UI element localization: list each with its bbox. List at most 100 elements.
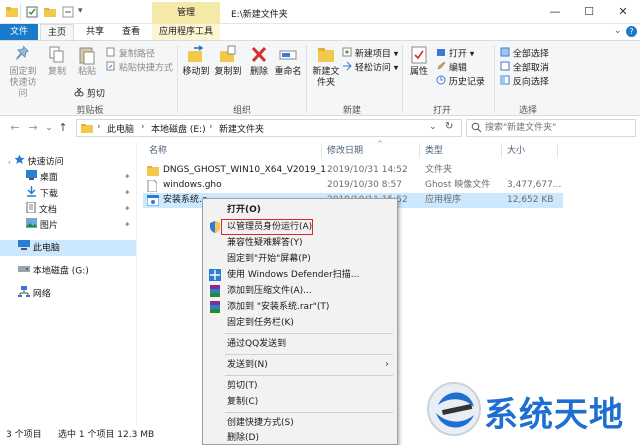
customize-quick-access-icon[interactable]: ▾ (78, 6, 83, 16)
help-icon[interactable]: ? (626, 26, 637, 37)
paste-icon (74, 45, 100, 67)
menu-item-cut[interactable]: 剪切(T) (205, 378, 395, 394)
minimize-button[interactable]: — (538, 0, 572, 24)
tab-application-tools[interactable]: 应用程序工具 (152, 24, 220, 40)
properties-icon (406, 45, 432, 67)
quick-access-dropdown-icon[interactable] (62, 6, 74, 18)
properties-quick-icon[interactable] (26, 6, 38, 18)
breadcrumb-new-folder[interactable]: 新建文件夹 (219, 122, 264, 135)
new-item-button[interactable]: 新建项目 ▾ (342, 47, 398, 61)
search-box[interactable] (466, 119, 636, 137)
application-icon (147, 195, 159, 212)
nav-pictures[interactable]: 图片 ✦ (26, 218, 132, 232)
rename-button[interactable]: 重命名 (274, 45, 302, 78)
up-button[interactable]: ↑ (56, 121, 70, 135)
nav-quick-access[interactable]: › 快速访问 (8, 154, 64, 168)
paste-button[interactable]: 粘贴 (74, 45, 100, 78)
nav-quick-access-label: 快速访问 (27, 157, 64, 168)
menu-item-send-to[interactable]: 发送到(N) › (205, 357, 395, 373)
menu-item-pin-to-taskbar[interactable]: 固定到任务栏(K) (205, 315, 395, 331)
refresh-button[interactable]: ↻ (445, 121, 453, 132)
search-input[interactable] (485, 121, 633, 135)
select-all-label: 全部选择 (512, 49, 549, 60)
menu-item-copy[interactable]: 复制(C) (205, 394, 395, 410)
explorer-app-icon[interactable] (6, 6, 18, 18)
pin-to-quick-access-button[interactable]: 固定到快速访问 (6, 45, 40, 100)
copy-path-button[interactable]: 复制路径 (106, 47, 155, 61)
close-button[interactable]: ✕ (606, 0, 640, 24)
address-bar[interactable]: › 此电脑 › 本地磁盘 (E:) › 新建文件夹 ⌄ ↻ (76, 119, 462, 137)
copy-to-button[interactable]: 复制到 (214, 45, 242, 78)
nav-local-disk-g[interactable]: 本地磁盘 (G:) (18, 264, 89, 278)
column-header-name[interactable]: 名称 (149, 144, 167, 158)
cut-label: 剪切 (86, 89, 105, 100)
open-button[interactable]: 打开 ▾ (436, 47, 474, 61)
delete-label: 删除 (249, 67, 268, 77)
column-header-date[interactable]: 修改日期 (327, 144, 363, 158)
history-button[interactable]: 历史记录 (436, 75, 485, 89)
column-header-type[interactable]: 类型 (425, 144, 443, 158)
edit-button[interactable]: 编辑 (436, 61, 467, 75)
nav-desktop[interactable]: 桌面 ✦ (26, 170, 132, 184)
menu-item-send-via-qq[interactable]: 通过QQ发送到 (205, 336, 395, 352)
network-icon (18, 286, 30, 302)
menu-item-create-shortcut[interactable]: 创建快捷方式(S) (205, 415, 395, 431)
ribbon-expand-icon[interactable]: ⌄ (614, 26, 622, 36)
ribbon-tabs: 文件 主页 共享 查看 应用程序工具 ⌄ ? (0, 24, 640, 40)
cut-button[interactable]: 剪切 (74, 87, 105, 101)
download-icon (26, 186, 37, 202)
menu-item-compat-troubleshoot[interactable]: 兼容性疑难解答(Y) (205, 235, 395, 251)
menu-item-delete[interactable]: 删除(D) (205, 430, 395, 445)
watermark: 系统天地 (410, 375, 640, 445)
column-header-size[interactable]: 大小 (507, 144, 525, 158)
file-row-gho[interactable]: windows.gho 2019/10/30 8:57 Ghost 映像文件 3… (143, 178, 563, 193)
nav-this-pc[interactable]: 此电脑 (0, 240, 136, 256)
computer-icon (18, 240, 30, 256)
invert-selection-label: 反向选择 (512, 77, 549, 88)
copy-button[interactable]: 复制 (44, 45, 70, 78)
paste-shortcut-button[interactable]: 粘贴快捷方式 (106, 61, 173, 75)
breadcrumb-local-disk-e[interactable]: 本地磁盘 (E:) (151, 122, 206, 135)
delete-button[interactable]: 删除 (248, 45, 270, 78)
nav-this-pc-label: 此电脑 (32, 243, 60, 254)
move-to-button[interactable]: 移动到 (182, 45, 210, 78)
invert-selection-button[interactable]: 反向选择 (500, 75, 549, 89)
select-all-button[interactable]: 全部选择 (500, 47, 549, 61)
forward-button[interactable]: → (26, 121, 40, 135)
pin-icon: ✦ (124, 204, 131, 213)
back-button[interactable]: ← (8, 121, 22, 135)
menu-item-pin-to-start[interactable]: 固定到"开始"屏幕(P) (205, 251, 395, 267)
maximize-button[interactable]: ☐ (572, 0, 606, 24)
new-folder-quick-icon[interactable] (44, 6, 56, 18)
rename-icon (274, 45, 302, 67)
new-folder-button[interactable]: 新建文件夹 (310, 45, 342, 89)
menu-item-open[interactable]: 打开(O) (205, 202, 395, 218)
properties-button[interactable]: 属性 (406, 45, 432, 78)
move-to-label: 移动到 (182, 67, 210, 77)
winrar-icon (209, 285, 221, 297)
rename-label: 重命名 (274, 67, 302, 77)
file-date: 2019/10/31 14:52 (327, 165, 408, 175)
copy-to-icon (214, 45, 242, 67)
copy-path-icon (106, 47, 116, 61)
open-label: 打开 (448, 49, 467, 60)
menu-item-add-to-rar[interactable]: 添加到 "安装系统.rar"(T) (205, 299, 395, 315)
menu-item-add-to-archive[interactable]: 添加到压缩文件(A)... (205, 283, 395, 299)
easy-access-label: 轻松访问 (354, 63, 391, 74)
nav-documents[interactable]: 文档 ✦ (26, 201, 132, 216)
nav-network[interactable]: 网络 (18, 286, 51, 300)
menu-item-defender-scan[interactable]: 使用 Windows Defender扫描... (205, 267, 395, 283)
organize-group-label: 组织 (232, 106, 251, 116)
address-dropdown-button[interactable]: ⌄ (429, 122, 437, 132)
tab-view[interactable]: 查看 (114, 24, 148, 40)
easy-access-button[interactable]: 轻松访问 ▾ (342, 61, 398, 75)
nav-downloads[interactable]: 下载 ✦ (26, 186, 132, 200)
tab-home[interactable]: 主页 (40, 24, 74, 40)
tab-share[interactable]: 共享 (78, 24, 112, 40)
file-row-folder[interactable]: DNGS_GHOST_WIN10_X64_V2019_11 2019/10/31… (143, 163, 563, 178)
select-none-button[interactable]: 全部取消 (500, 61, 549, 75)
manage-context-header: 管理 (152, 2, 220, 24)
tab-file[interactable]: 文件 (0, 24, 38, 40)
recent-locations-button[interactable]: ⌄ (42, 121, 56, 135)
breadcrumb-this-pc[interactable]: 此电脑 (107, 122, 134, 135)
